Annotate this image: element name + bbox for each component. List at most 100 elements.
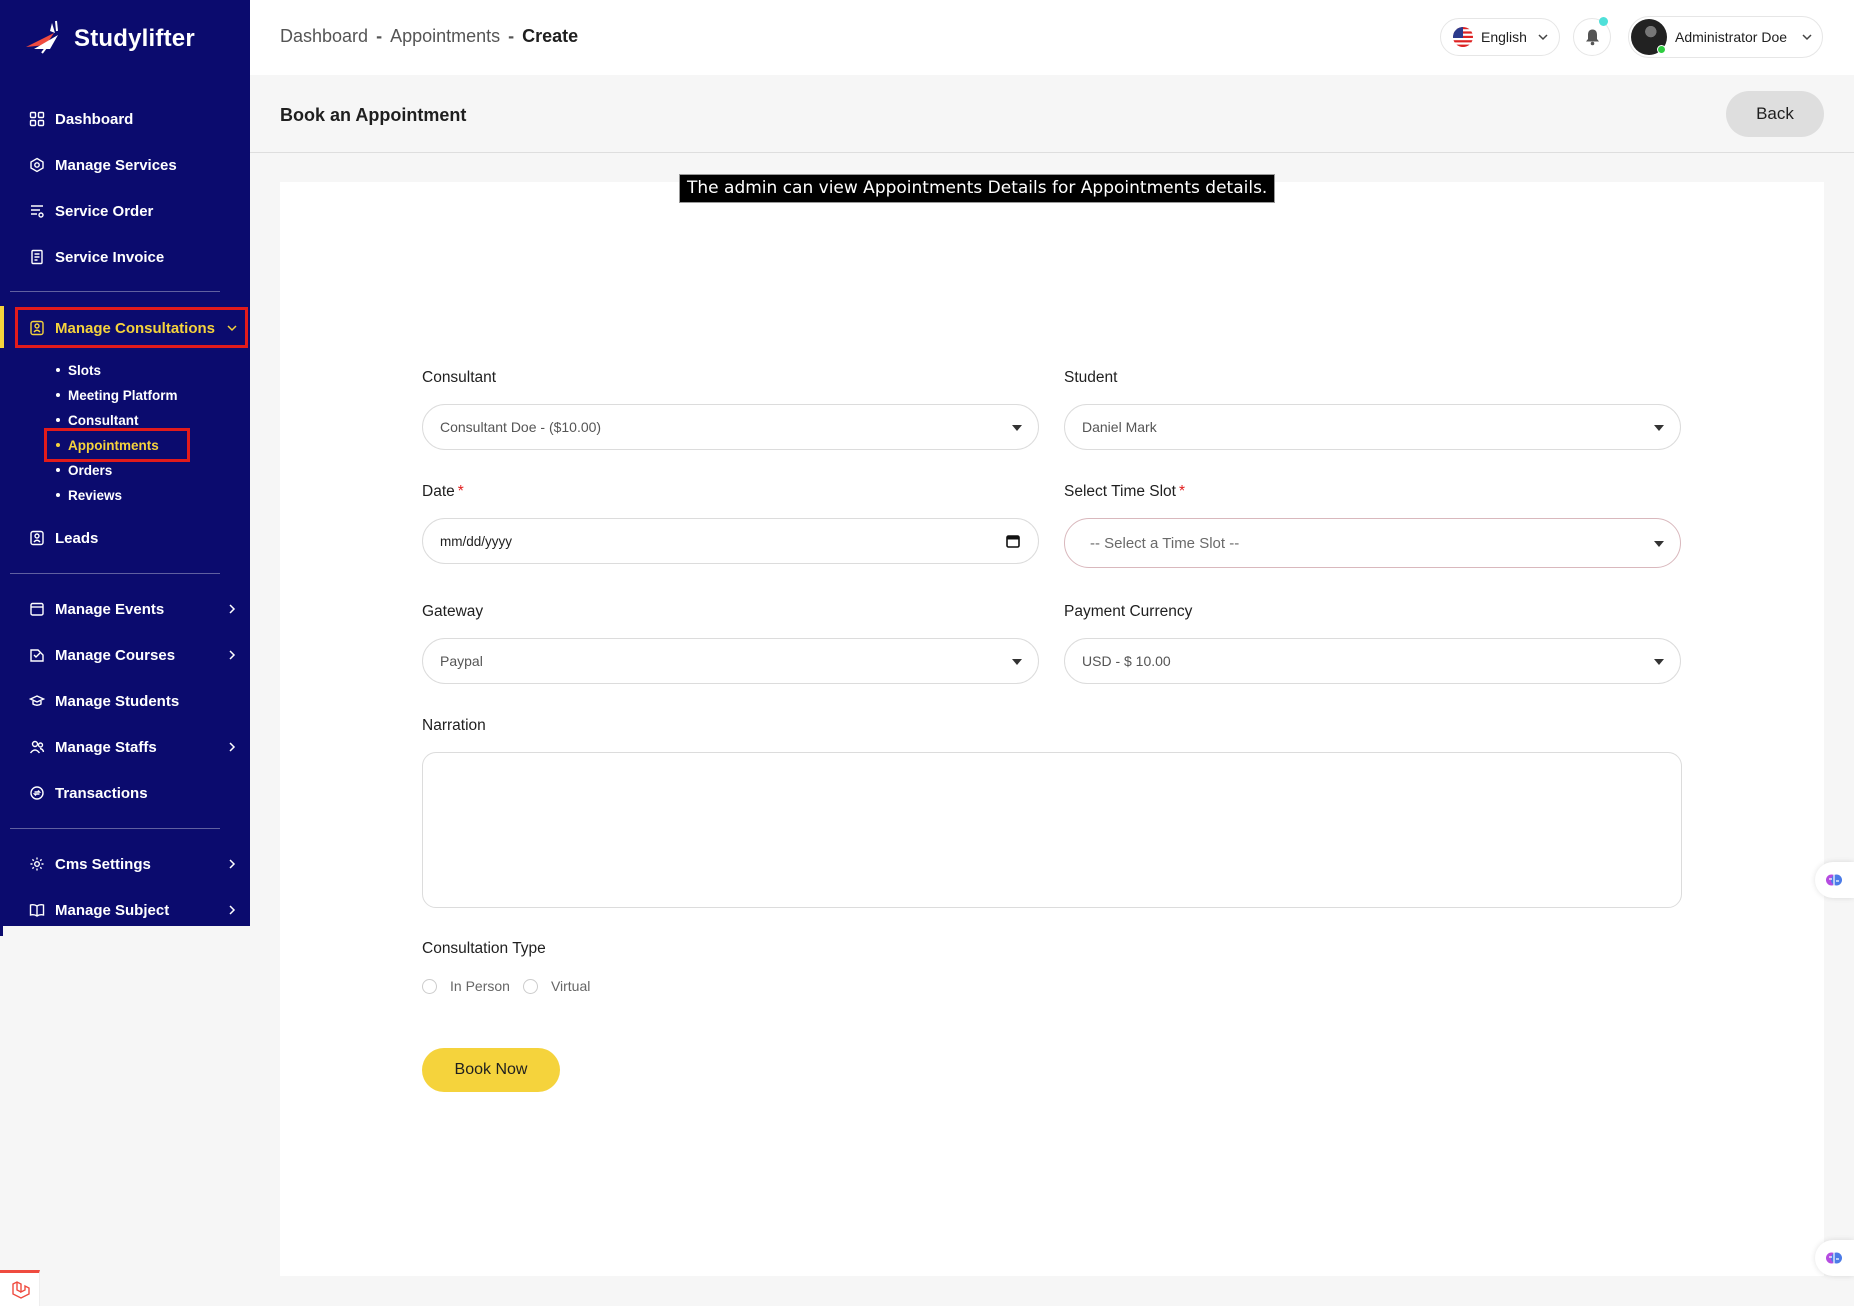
book-now-button[interactable]: Book Now	[422, 1048, 560, 1092]
brand-logo[interactable]: Studylifter	[24, 18, 195, 60]
sidebar-item-manage-courses[interactable]: Manage Courses	[28, 640, 175, 670]
sidebar-item-cms-settings[interactable]: Cms Settings	[28, 849, 151, 879]
bullet-icon	[56, 468, 60, 472]
consultation-type-label: Consultation Type	[422, 940, 546, 957]
courses-icon	[28, 646, 46, 664]
calendar-icon	[28, 600, 46, 618]
time-slot-select[interactable]: -- Select a Time Slot --	[1064, 518, 1681, 568]
topbar: Dashboard - Appointments - Create Englis…	[250, 0, 1854, 75]
sidebar-item-leads[interactable]: Leads	[28, 523, 98, 553]
notification-badge	[1599, 17, 1608, 26]
sidebar-item-manage-consultations[interactable]: Manage Consultations	[28, 313, 215, 343]
chevron-right-icon[interactable]	[226, 741, 238, 753]
sidebar: Studylifter Dashboard Manage Services Se…	[0, 0, 250, 926]
bell-icon	[1585, 29, 1599, 46]
transactions-icon	[28, 784, 46, 802]
calendar-icon[interactable]	[1006, 534, 1020, 548]
chevron-right-icon[interactable]	[226, 649, 238, 661]
brand-bird-icon	[26, 20, 58, 54]
chevron-right-icon[interactable]	[226, 904, 238, 916]
language-label: English	[1481, 29, 1527, 45]
assistant-widget[interactable]	[1815, 1240, 1854, 1276]
notifications-button[interactable]	[1573, 17, 1611, 56]
student-value: Daniel Mark	[1082, 419, 1157, 435]
sidebar-item-service-order[interactable]: Service Order	[28, 196, 153, 226]
sidebar-item-manage-events[interactable]: Manage Events	[28, 594, 164, 624]
chevron-right-icon[interactable]	[226, 603, 238, 615]
sidebar-item-label: Manage Staffs	[55, 738, 157, 756]
online-status-dot	[1657, 45, 1666, 54]
chevron-down-icon	[1538, 34, 1548, 41]
radio-in-person-label[interactable]: In Person	[450, 978, 510, 994]
sidebar-item-transactions[interactable]: Transactions	[28, 778, 148, 808]
submenu-item-orders[interactable]: Orders	[56, 460, 112, 480]
active-indicator	[0, 306, 4, 348]
sidebar-item-label: Cms Settings	[55, 855, 151, 873]
user-name: Administrator Doe	[1675, 29, 1788, 45]
date-label-text: Date	[422, 483, 455, 500]
sidebar-item-label: Manage Events	[55, 600, 165, 618]
gateway-label: Gateway	[422, 603, 484, 620]
currency-select[interactable]: USD - $ 10.00	[1064, 638, 1681, 684]
caret-down-icon	[1654, 425, 1664, 431]
sidebar-item-label: Manage Subject	[55, 901, 170, 919]
consultant-value: Consultant Doe - ($10.00)	[440, 419, 602, 435]
caret-down-icon	[1012, 425, 1022, 431]
language-selector[interactable]: English	[1440, 18, 1560, 56]
user-menu[interactable]: Administrator Doe	[1628, 16, 1823, 58]
submenu-item-meeting-platform[interactable]: Meeting Platform	[56, 385, 178, 405]
chevron-right-icon[interactable]	[226, 858, 238, 870]
brain-icon	[1826, 1252, 1842, 1264]
sidebar-item-label: Manage Services	[55, 156, 177, 174]
breadcrumb-separator: -	[376, 26, 383, 46]
submenu-item-slots[interactable]: Slots	[56, 360, 101, 380]
submenu-item-appointments[interactable]: Appointments	[56, 435, 159, 455]
currency-value: USD - $ 10.00	[1082, 653, 1171, 669]
sidebar-divider	[10, 291, 220, 292]
sidebar-item-manage-services[interactable]: Manage Services	[28, 150, 177, 180]
consultant-select[interactable]: Consultant Doe - ($10.00)	[422, 404, 1039, 450]
breadcrumb: Dashboard - Appointments - Create	[280, 26, 578, 47]
gateway-select[interactable]: Paypal	[422, 638, 1039, 684]
sidebar-item-dashboard[interactable]: Dashboard	[28, 104, 133, 134]
breadcrumb-current: Create	[522, 26, 579, 46]
sidebar-item-label: Service Invoice	[55, 248, 165, 266]
breadcrumb-appointments[interactable]: Appointments	[390, 26, 500, 47]
sidebar-item-label: Manage Courses	[55, 646, 176, 664]
chevron-down-icon[interactable]	[226, 322, 238, 334]
page-title: Book an Appointment	[280, 105, 467, 125]
date-input[interactable]: mm/dd/yyyy	[422, 518, 1039, 564]
assistant-widget[interactable]	[1815, 862, 1854, 898]
sidebar-item-manage-subject[interactable]: Manage Subject	[28, 895, 169, 925]
consultation-icon	[28, 319, 46, 337]
sidebar-item-manage-staffs[interactable]: Manage Staffs	[28, 732, 157, 762]
sidebar-item-label: Dashboard	[55, 110, 134, 128]
bullet-icon	[56, 368, 60, 372]
bullet-icon	[56, 443, 60, 447]
sidebar-divider	[10, 828, 220, 829]
gear-icon	[28, 855, 46, 873]
radio-in-person[interactable]	[422, 978, 437, 994]
brain-icon	[1826, 874, 1842, 886]
breadcrumb-dashboard[interactable]: Dashboard	[280, 26, 368, 47]
submenu-label: Consultant	[68, 412, 139, 428]
sidebar-item-service-invoice[interactable]: Service Invoice	[28, 242, 164, 272]
student-select[interactable]: Daniel Mark	[1064, 404, 1681, 450]
leads-icon	[28, 529, 46, 547]
radio-virtual-label[interactable]: Virtual	[551, 978, 590, 994]
submenu-label: Reviews	[68, 487, 123, 503]
back-button[interactable]: Back	[1726, 91, 1824, 137]
submenu-item-consultant[interactable]: Consultant	[56, 410, 139, 430]
debugbar-toggle[interactable]	[0, 1270, 40, 1306]
date-label: Date *	[422, 483, 464, 501]
submenu-label: Appointments	[68, 437, 159, 453]
services-icon	[28, 156, 46, 174]
sidebar-item-manage-students[interactable]: Manage Students	[28, 686, 179, 716]
chevron-down-icon	[1802, 34, 1812, 41]
time-slot-label: Select Time Slot *	[1064, 483, 1185, 501]
sidebar-item-label: Manage Students	[55, 692, 180, 710]
narration-textarea[interactable]	[422, 752, 1682, 908]
radio-virtual[interactable]	[522, 978, 538, 994]
page-header: Book an Appointment Back	[250, 75, 1854, 153]
submenu-item-reviews[interactable]: Reviews	[56, 485, 122, 505]
